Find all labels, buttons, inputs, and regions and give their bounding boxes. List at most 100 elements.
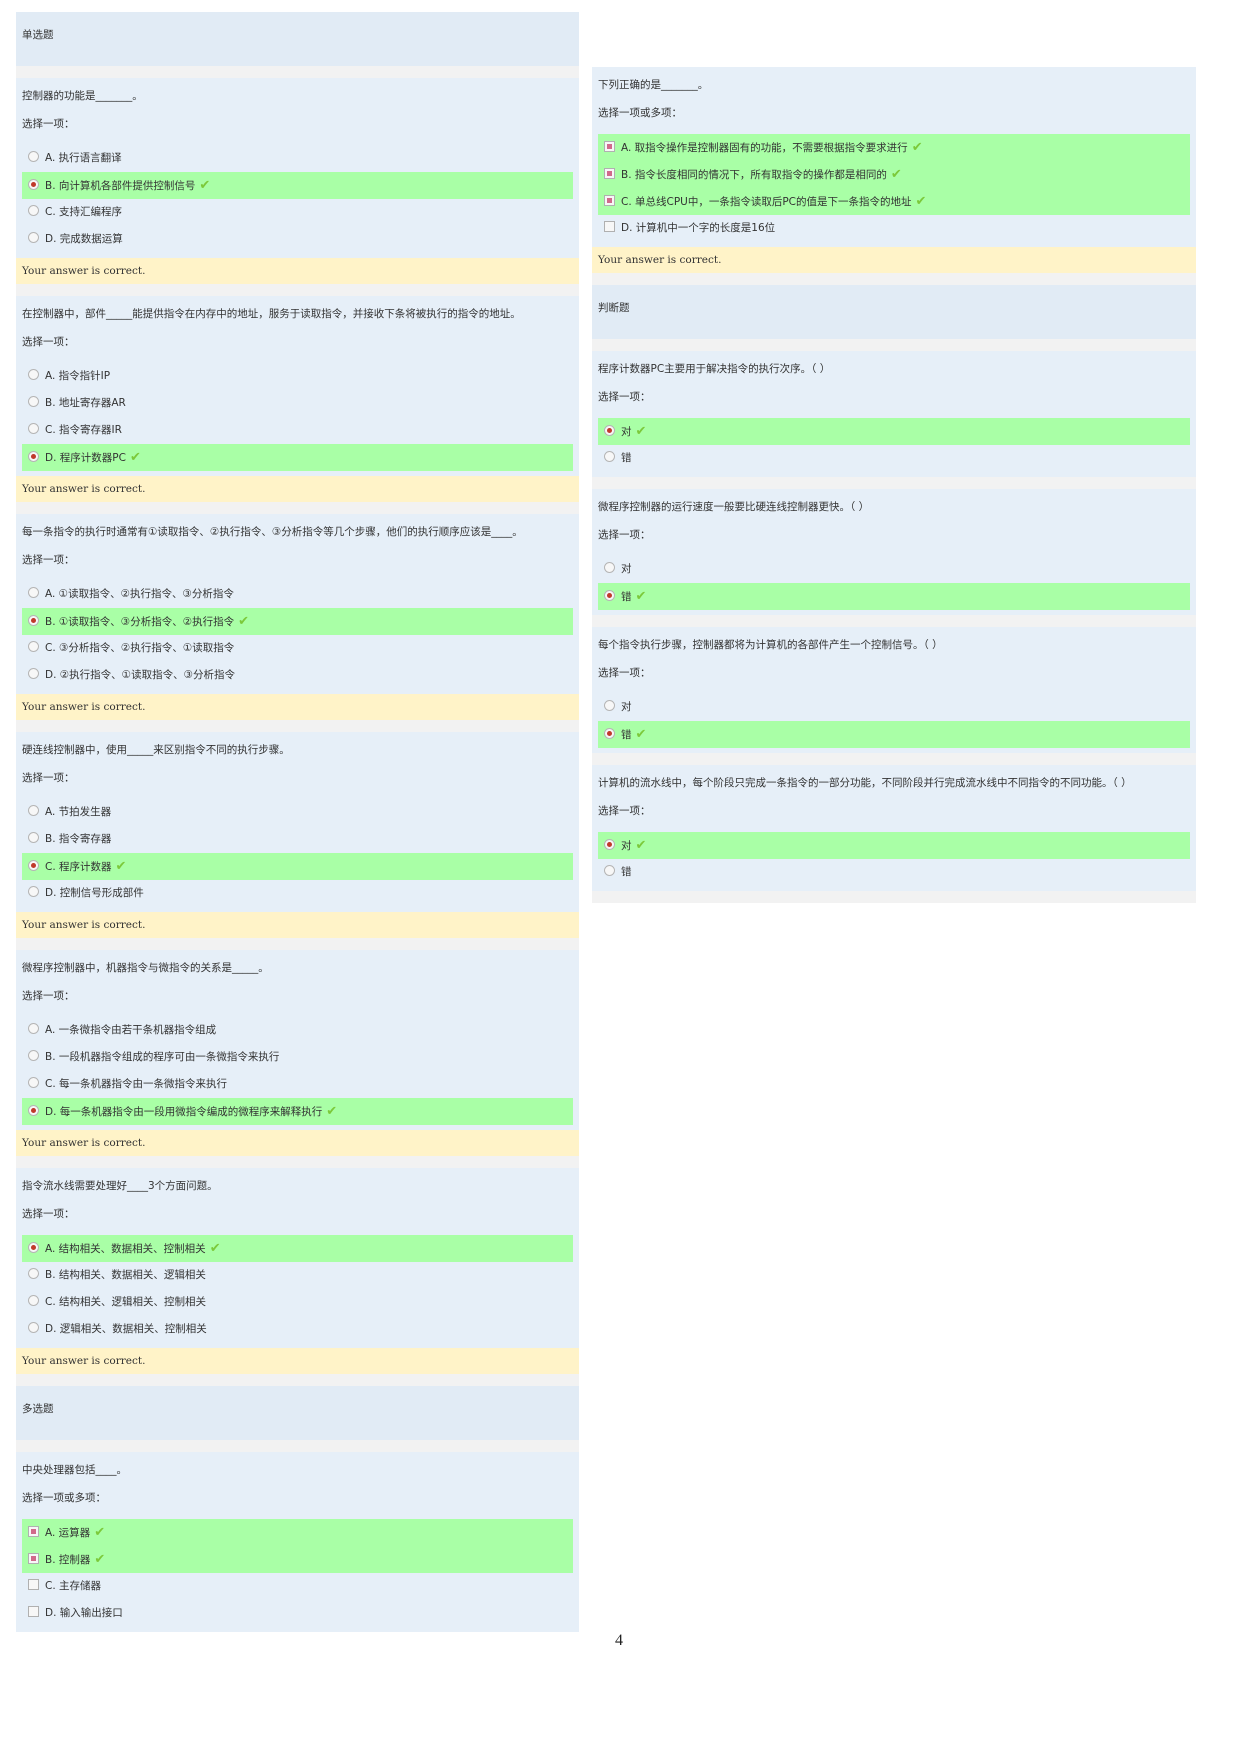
radio-button[interactable] — [28, 1322, 39, 1333]
question-text: 硬连线控制器中，使用_____来区别指令不同的执行步骤。 — [22, 744, 290, 756]
radio-button[interactable] — [28, 615, 39, 626]
answer-option[interactable]: C. 结构相关、逻辑相关、控制相关 — [22, 1289, 573, 1316]
radio-button[interactable] — [28, 587, 39, 598]
answer-option[interactable]: A. 取指令操作是控制器固有的功能，不需要根据指令要求进行 ✔ — [598, 134, 1190, 161]
radio-button[interactable] — [28, 1023, 39, 1034]
section-header-multi: 多选题 — [16, 1386, 579, 1440]
feedback-correct: Your answer is correct. — [16, 694, 579, 720]
answer-option[interactable]: C. ③分析指令、②执行指令、①读取指令 — [22, 635, 573, 662]
checkbox[interactable] — [604, 221, 615, 232]
checkbox[interactable] — [28, 1579, 39, 1590]
section-header-single: 单选题 — [16, 12, 579, 66]
answer-option[interactable]: A. 节拍发生器 — [22, 799, 573, 826]
radio-button[interactable] — [28, 1295, 39, 1306]
answer-option[interactable]: D. 输入输出接口 — [22, 1600, 573, 1627]
answer-option[interactable]: C. 支持汇编程序 — [22, 199, 573, 226]
answer-option[interactable]: C. 单总线CPU中，一条指令读取后PC的值是下一条指令的地址 ✔ — [598, 188, 1190, 215]
answer-option[interactable]: B. 控制器 ✔ — [22, 1546, 573, 1573]
answer-option[interactable]: A. ①读取指令、②执行指令、③分析指令 — [22, 581, 573, 608]
question-prompt: 选择一项： — [598, 667, 651, 679]
answer-option[interactable]: D. 逻辑相关、数据相关、控制相关 — [22, 1316, 573, 1343]
answer-option[interactable]: A. 执行语言翻译 — [22, 145, 573, 172]
answer-option[interactable]: D. 程序计数器PC ✔ — [22, 444, 573, 471]
answer-option[interactable]: B. 结构相关、数据相关、逻辑相关 — [22, 1262, 573, 1289]
answer-option[interactable]: 错 — [598, 445, 1190, 472]
answer-option[interactable]: A. 指令指针IP — [22, 363, 573, 390]
radio-button[interactable] — [28, 1050, 39, 1061]
question-prompt: 选择一项： — [22, 118, 75, 130]
radio-button[interactable] — [28, 179, 39, 190]
answer-option[interactable]: 错 ✔ — [598, 583, 1190, 610]
answer-option[interactable]: C. 指令寄存器IR — [22, 417, 573, 444]
answer-option[interactable]: A. 结构相关、数据相关、控制相关 ✔ — [22, 1235, 573, 1262]
radio-button[interactable] — [604, 700, 615, 711]
radio-button[interactable] — [28, 369, 39, 380]
option-label: D. 控制信号形成部件 — [45, 887, 144, 899]
checkbox[interactable] — [28, 1526, 39, 1537]
radio-button[interactable] — [28, 423, 39, 434]
answer-option[interactable]: B. 指令寄存器 — [22, 826, 573, 853]
radio-button[interactable] — [604, 451, 615, 462]
radio-button[interactable] — [28, 805, 39, 816]
section-title: 多选题 — [22, 1403, 54, 1415]
answer-option[interactable]: 错 ✔ — [598, 721, 1190, 748]
checkbox[interactable] — [604, 141, 615, 152]
radio-button[interactable] — [604, 839, 615, 850]
radio-button[interactable] — [28, 151, 39, 162]
checkbox[interactable] — [604, 195, 615, 206]
checkbox[interactable] — [604, 168, 615, 179]
radio-button[interactable] — [28, 668, 39, 679]
answer-option[interactable]: A. 一条微指令由若干条机器指令组成 — [22, 1017, 573, 1044]
correct-check-icon: ✔ — [635, 589, 647, 604]
radio-button[interactable] — [28, 232, 39, 243]
answer-option[interactable]: A. 运算器 ✔ — [22, 1519, 573, 1546]
answer-option[interactable]: 对 — [598, 694, 1190, 721]
option-label: A. 指令指针IP — [45, 370, 111, 382]
radio-button[interactable] — [28, 1077, 39, 1088]
checkbox[interactable] — [28, 1553, 39, 1564]
answer-option[interactable]: B. 向计算机各部件提供控制信号 ✔ — [22, 172, 573, 199]
radio-button[interactable] — [28, 205, 39, 216]
answer-option[interactable]: C. 程序计数器 ✔ — [22, 853, 573, 880]
option-label: D. 逻辑相关、数据相关、控制相关 — [45, 1323, 207, 1335]
radio-button[interactable] — [604, 562, 615, 573]
answer-option[interactable]: D. 计算机中一个字的长度是16位 — [598, 215, 1190, 242]
question-prompt: 选择一项： — [598, 805, 651, 817]
question-card: 微程序控制器中，机器指令与微指令的关系是_____。 选择一项： A. 一条微指令由… — [16, 950, 579, 1130]
radio-button[interactable] — [28, 832, 39, 843]
radio-button[interactable] — [28, 860, 39, 871]
answer-option[interactable]: 对 ✔ — [598, 832, 1190, 859]
answer-option[interactable]: D. ②执行指令、①读取指令、③分析指令 — [22, 662, 573, 689]
answer-option[interactable]: 对 — [598, 556, 1190, 583]
answer-option[interactable]: B. 地址寄存器AR — [22, 390, 573, 417]
radio-button[interactable] — [28, 396, 39, 407]
answer-option[interactable]: B. 一段机器指令组成的程序可由一条微指令来执行 — [22, 1044, 573, 1071]
answer-option[interactable]: C. 主存储器 — [22, 1573, 573, 1600]
feedback-correct: Your answer is correct. — [592, 247, 1196, 273]
answer-option[interactable]: 错 — [598, 859, 1190, 886]
radio-button[interactable] — [604, 425, 615, 436]
radio-button[interactable] — [28, 1242, 39, 1253]
option-label: C. 单总线CPU中，一条指令读取后PC的值是下一条指令的地址 — [621, 196, 912, 208]
section-title: 判断题 — [598, 302, 630, 314]
radio-button[interactable] — [28, 886, 39, 897]
question-card: 下列正确的是_______。 选择一项或多项： A. 取指令操作是控制器固有的功能，… — [592, 67, 1196, 247]
radio-button[interactable] — [28, 641, 39, 652]
radio-button[interactable] — [28, 1105, 39, 1116]
correct-check-icon: ✔ — [911, 140, 923, 155]
answer-option[interactable]: B. 指令长度相同的情况下，所有取指令的操作都是相同的 ✔ — [598, 161, 1190, 188]
radio-button[interactable] — [604, 590, 615, 601]
answer-option[interactable]: C. 每一条机器指令由一条微指令来执行 — [22, 1071, 573, 1098]
question-card: 指令流水线需要处理好____3个方面问题。 选择一项： A. 结构相关、数据相关、控… — [16, 1168, 579, 1348]
checkbox[interactable] — [28, 1606, 39, 1617]
radio-button[interactable] — [28, 451, 39, 462]
answer-option[interactable]: D. 每一条机器指令由一段用微指令编成的微程序来解释执行 ✔ — [22, 1098, 573, 1125]
answer-option[interactable]: 对 ✔ — [598, 418, 1190, 445]
radio-button[interactable] — [604, 728, 615, 739]
radio-button[interactable] — [28, 1268, 39, 1279]
radio-button[interactable] — [604, 865, 615, 876]
answer-option[interactable]: D. 控制信号形成部件 — [22, 880, 573, 907]
answer-option[interactable]: D. 完成数据运算 — [22, 226, 573, 253]
question-text: 控制器的功能是_______。 — [22, 90, 143, 102]
answer-option[interactable]: B. ①读取指令、③分析指令、②执行指令 ✔ — [22, 608, 573, 635]
